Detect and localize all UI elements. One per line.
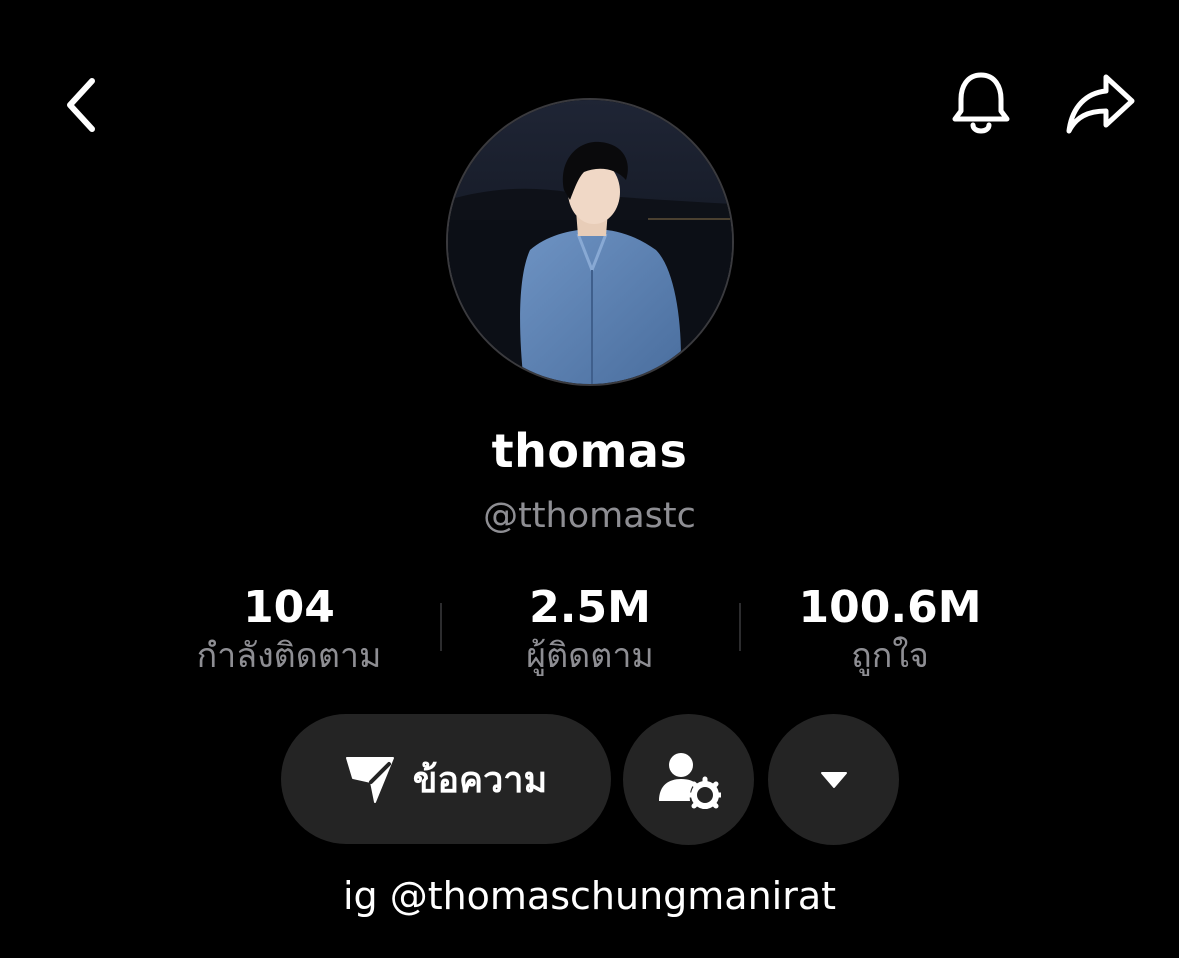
display-name: thomas <box>491 424 688 478</box>
back-button[interactable] <box>50 70 110 140</box>
username-handle: @tthomastc <box>483 496 696 536</box>
following-label: กำลังติดตาม <box>196 636 382 676</box>
stat-following[interactable]: 104 กำลังติดตาม <box>139 582 439 678</box>
profile-avatar[interactable] <box>446 98 734 386</box>
avatar-photo <box>448 100 732 384</box>
share-button[interactable] <box>1060 66 1140 142</box>
message-button[interactable]: ข้อความ <box>281 714 611 844</box>
paper-plane-icon <box>345 757 394 803</box>
friend-settings-button[interactable] <box>623 714 754 845</box>
chevron-left-icon <box>67 78 95 132</box>
stat-followers[interactable]: 2.5M ผู้ติดตาม <box>440 582 740 678</box>
message-button-label: ข้อความ <box>412 759 548 801</box>
followers-label: ผู้ติดตาม <box>526 636 654 676</box>
more-options-button[interactable] <box>768 714 899 845</box>
user-settings-icon <box>658 752 721 809</box>
likes-label: ถูกใจ <box>851 636 929 676</box>
profile-bio[interactable]: ig @thomaschungmanirat <box>0 874 1179 918</box>
share-arrow-icon <box>1066 74 1135 134</box>
likes-count: 100.6M <box>798 582 982 633</box>
stat-likes: 100.6M ถูกใจ <box>740 582 1040 678</box>
following-count: 104 <box>243 582 335 633</box>
bell-icon <box>952 72 1010 134</box>
caret-down-icon <box>820 771 847 788</box>
notifications-button[interactable] <box>945 68 1017 140</box>
followers-count: 2.5M <box>529 582 651 633</box>
